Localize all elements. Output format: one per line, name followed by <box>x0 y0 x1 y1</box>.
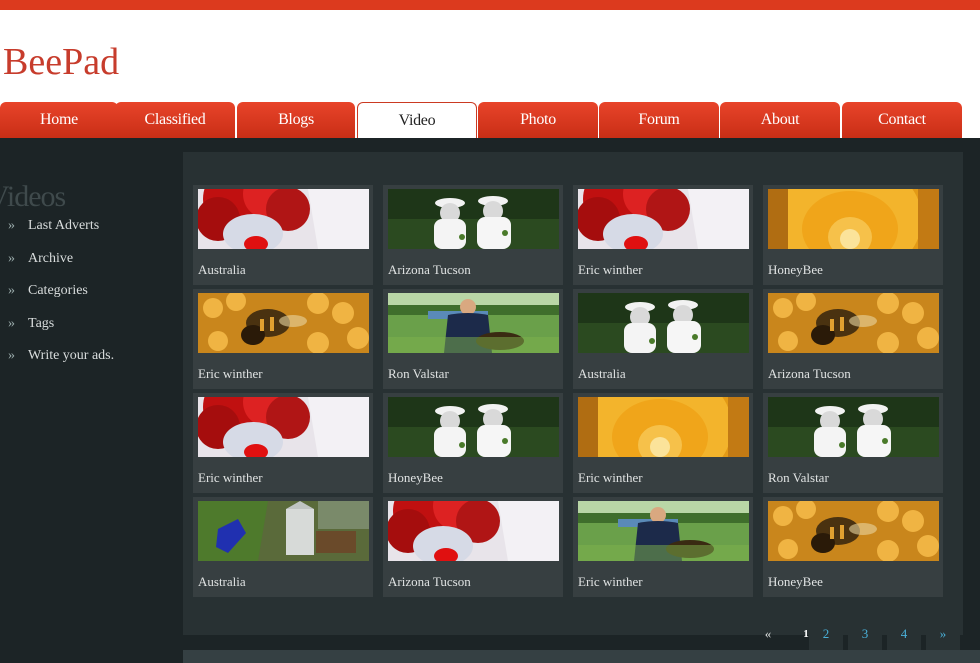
sidebar-item-label: Categories <box>28 283 88 298</box>
sidebar-item-label: Tags <box>28 315 55 331</box>
video-card[interactable]: Arizona Tucson <box>383 497 563 597</box>
video-caption[interactable]: Australia <box>198 262 246 278</box>
footer-right <box>183 650 980 663</box>
video-caption[interactable]: Arizona Tucson <box>388 574 471 590</box>
video-caption[interactable]: Eric winther <box>578 262 643 278</box>
video-card[interactable]: Ron Valstar <box>383 289 563 389</box>
tab-photo[interactable]: Photo <box>478 102 598 138</box>
beekeepers-icon[interactable] <box>388 397 559 457</box>
video-card[interactable]: Ron Valstar <box>763 393 943 493</box>
video-card[interactable]: Eric winther <box>573 185 753 285</box>
video-caption[interactable]: Ron Valstar <box>388 366 449 382</box>
video-caption[interactable]: Ron Valstar <box>768 470 829 486</box>
video-caption[interactable]: Australia <box>198 574 246 590</box>
video-caption[interactable]: HoneyBee <box>388 470 443 486</box>
tab-forum[interactable]: Forum <box>599 102 719 138</box>
honeycomb-icon[interactable] <box>768 189 939 249</box>
video-card[interactable]: HoneyBee <box>763 497 943 597</box>
video-caption[interactable]: Eric winther <box>198 470 263 486</box>
honeycomb-icon[interactable] <box>578 397 749 457</box>
video-card[interactable]: Australia <box>193 185 373 285</box>
footer-strip <box>0 650 980 663</box>
sidebar-item-categories[interactable]: » Categories <box>8 283 114 316</box>
tab-contact[interactable]: Contact <box>842 102 962 138</box>
chevron-right-icon: » <box>8 218 15 233</box>
main-nav: Home Classified Blogs Video Photo Forum … <box>0 102 980 138</box>
bee-icon[interactable] <box>768 501 939 561</box>
top-accent-bar <box>0 0 980 10</box>
clown-icon[interactable] <box>388 501 559 561</box>
bee-icon[interactable] <box>198 293 369 353</box>
video-caption[interactable]: Eric winther <box>198 366 263 382</box>
video-card[interactable]: Arizona Tucson <box>763 289 943 389</box>
sidebar-item-label: Archive <box>28 250 74 266</box>
pager-page-4[interactable]: 4 <box>887 616 921 650</box>
clown-icon[interactable] <box>198 189 369 249</box>
sidebar: Videos » Last Adverts » Archive » Categorie… <box>0 138 183 663</box>
chevron-right-icon: » <box>8 348 15 363</box>
tab-classified[interactable]: Classified <box>115 102 235 138</box>
video-caption[interactable]: Australia <box>578 366 626 382</box>
video-card[interactable]: Eric winther <box>573 497 753 597</box>
site-logo[interactable]: BeePad <box>3 40 119 84</box>
beekeepers-icon[interactable] <box>388 189 559 249</box>
clown-icon[interactable] <box>198 397 369 457</box>
tab-blogs[interactable]: Blogs <box>237 102 355 138</box>
bee-icon[interactable] <box>768 293 939 353</box>
sidebar-item-label: Last Adverts <box>28 218 100 233</box>
video-card[interactable]: Arizona Tucson <box>383 185 563 285</box>
sidebar-item-tags[interactable]: » Tags <box>8 316 114 349</box>
sidebar-title: Videos <box>0 180 66 213</box>
video-card[interactable]: Australia <box>193 497 373 597</box>
video-caption[interactable]: Eric winther <box>578 470 643 486</box>
tab-about[interactable]: About <box>720 102 840 138</box>
beekeepers-icon[interactable] <box>578 293 749 353</box>
chevron-right-icon: » <box>8 315 15 331</box>
video-caption[interactable]: HoneyBee <box>768 574 823 590</box>
pager-prev[interactable]: « <box>751 616 785 650</box>
video-caption[interactable]: Eric winther <box>578 574 643 590</box>
clown-icon[interactable] <box>578 189 749 249</box>
sidebar-item-archive[interactable]: » Archive <box>8 251 114 284</box>
sidebar-item-label: Write your ads. <box>28 348 115 363</box>
tab-video[interactable]: Video <box>357 102 477 138</box>
tab-home[interactable]: Home <box>0 102 118 138</box>
pager-next[interactable]: » <box>926 616 960 650</box>
video-card[interactable]: Australia <box>573 289 753 389</box>
video-card[interactable]: HoneyBee <box>763 185 943 285</box>
sidebar-item-write-ads[interactable]: » Write your ads. <box>8 348 114 381</box>
video-caption[interactable]: Arizona Tucson <box>388 262 471 278</box>
video-card[interactable]: Eric winther <box>573 393 753 493</box>
video-card[interactable]: HoneyBee <box>383 393 563 493</box>
chevron-right-icon: » <box>8 283 15 298</box>
swarm-icon[interactable] <box>578 501 749 561</box>
pager-page-2[interactable]: 2 <box>809 616 843 650</box>
chevron-right-icon: » <box>8 250 15 266</box>
video-card[interactable]: Eric winther <box>193 289 373 389</box>
site-header: BeePad <box>0 10 980 102</box>
swarm-icon[interactable] <box>388 293 559 353</box>
smoker-icon[interactable] <box>198 501 369 561</box>
beekeepers-icon[interactable] <box>768 397 939 457</box>
video-caption[interactable]: HoneyBee <box>768 262 823 278</box>
sidebar-item-last-adverts[interactable]: » Last Adverts <box>8 218 114 251</box>
video-card[interactable]: Eric winther <box>193 393 373 493</box>
video-caption[interactable]: Arizona Tucson <box>768 366 851 382</box>
footer-left <box>0 650 183 663</box>
main-area: Videos » Last Adverts » Archive » Categorie… <box>0 138 980 663</box>
sidebar-list: » Last Adverts » Archive » Categories » Tags… <box>8 218 114 381</box>
video-content: Australia Arizona Tucson Eric winther Honey… <box>183 152 963 650</box>
pager-page-3[interactable]: 3 <box>848 616 882 650</box>
